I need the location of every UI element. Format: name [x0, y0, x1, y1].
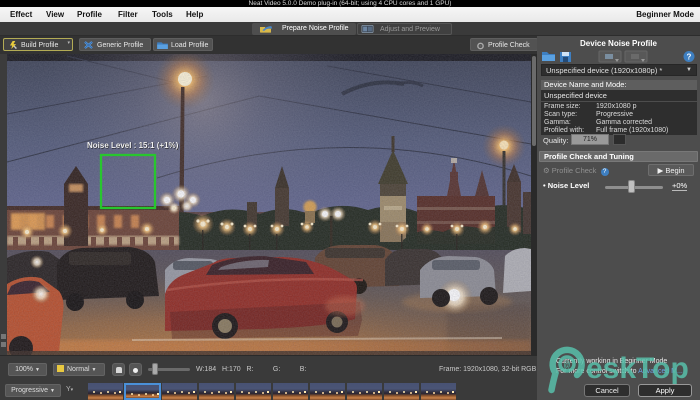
svg-text:eskTop: eskTop	[586, 352, 689, 385]
svg-text:?: ?	[687, 53, 692, 62]
svg-text:Noise Level : 15:1 (+1%): Noise Level : 15:1 (+1%)	[87, 141, 179, 150]
svg-text:@: @	[564, 360, 570, 372]
